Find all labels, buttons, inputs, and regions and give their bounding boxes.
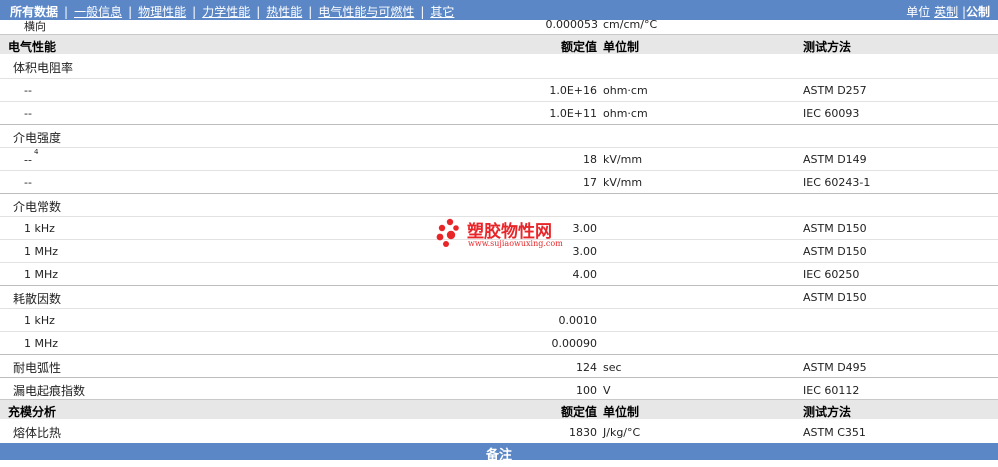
test-method: IEC 60093 bbox=[803, 107, 860, 120]
property-unit: J/kg/°C bbox=[603, 426, 641, 439]
test-method: ASTM C351 bbox=[803, 426, 866, 439]
watermark-url: www.sujiaowuxing.com bbox=[468, 239, 563, 248]
table-row: 1 MHz 0.00090 bbox=[0, 331, 998, 354]
test-method: IEC 60250 bbox=[803, 268, 860, 281]
tab-thermal[interactable]: 热性能 bbox=[266, 5, 302, 19]
table-row-melt-specific-heat: 熔体比热 1830 J/kg/°C ASTM C351 bbox=[0, 420, 998, 443]
section-header-filling-analysis: 充模分析 额定值 单位制 测试方法 bbox=[0, 399, 998, 419]
column-header-value: 额定值 bbox=[560, 40, 597, 54]
nav-divider: | bbox=[308, 5, 313, 19]
test-method: IEC 60112 bbox=[803, 384, 860, 397]
tab-mechanical[interactable]: 力学性能 bbox=[202, 5, 250, 19]
nav-divider: | bbox=[64, 5, 69, 19]
condition-text: -- bbox=[24, 153, 32, 167]
test-method: ASTM D257 bbox=[803, 84, 867, 97]
test-method: ASTM D150 bbox=[803, 291, 867, 304]
table-row-arc-resistance: 耐电弧性 124 sec ASTM D495 bbox=[0, 354, 998, 377]
property-unit: ohm·cm bbox=[603, 107, 648, 120]
property-unit: kV/mm bbox=[603, 153, 643, 166]
property-unit: ohm·cm bbox=[603, 84, 648, 97]
property-name: 横向 bbox=[24, 20, 46, 33]
test-method: ASTM D150 bbox=[803, 245, 867, 258]
nav-divider: | bbox=[420, 5, 425, 19]
property-group-dissipation-factor: 耗散因数 ASTM D150 bbox=[0, 285, 998, 308]
test-method: IEC 60243-1 bbox=[803, 176, 871, 189]
property-name: 耐电弧性 bbox=[13, 361, 62, 375]
property-value: 1830 bbox=[569, 426, 597, 439]
notes-title: 备注 bbox=[485, 448, 512, 463]
table-row: 1 kHz 0.0010 bbox=[0, 308, 998, 331]
table-row: 横向 0.000053 cm/cm/°C bbox=[0, 18, 998, 34]
notes-section-header: 备注 bbox=[0, 443, 998, 463]
property-value: 17 bbox=[583, 176, 597, 189]
condition-label: 1 kHz bbox=[24, 314, 55, 327]
table-row: 1 MHz 4.00 IEC 60250 bbox=[0, 262, 998, 285]
property-value: 100 bbox=[576, 384, 597, 397]
logo-dots-icon bbox=[436, 218, 459, 247]
site-watermark-logo: 塑胶物性网 www.sujiaowuxing.com bbox=[436, 216, 596, 252]
tab-other[interactable]: 其它 bbox=[430, 5, 454, 19]
property-value: 1.0E+11 bbox=[549, 107, 597, 120]
group-name: 体积电阻率 bbox=[13, 61, 74, 75]
property-group-dielectric-constant: 介电常数 bbox=[0, 193, 998, 216]
tab-all-data[interactable]: 所有数据 bbox=[10, 5, 58, 19]
property-group-volume-resistivity: 体积电阻率 bbox=[0, 55, 998, 78]
section-header-electrical: 电气性能 额定值 单位制 测试方法 bbox=[0, 34, 998, 54]
table-row: -- 1.0E+16 ohm·cm ASTM D257 bbox=[0, 78, 998, 101]
group-name: 介电强度 bbox=[13, 131, 62, 145]
property-name: 熔体比热 bbox=[13, 426, 62, 440]
unit-imperial-link[interactable]: 英制 bbox=[934, 5, 958, 19]
tab-physical[interactable]: 物理性能 bbox=[138, 5, 186, 19]
test-method: ASTM D150 bbox=[803, 222, 867, 235]
column-header-value: 额定值 bbox=[560, 405, 597, 419]
condition-label: 1 kHz bbox=[24, 222, 55, 235]
property-value: 18 bbox=[583, 153, 597, 166]
property-group-dielectric-strength: 介电强度 bbox=[0, 124, 998, 147]
nav-divider: | bbox=[256, 5, 261, 19]
table-row: -- 17 kV/mm IEC 60243-1 bbox=[0, 170, 998, 193]
condition-label: -- bbox=[24, 176, 32, 189]
table-row: -- 1.0E+11 ohm·cm IEC 60093 bbox=[0, 101, 998, 124]
unit-label: 单位 bbox=[906, 5, 931, 19]
group-name: 介电常数 bbox=[13, 200, 62, 214]
top-nav-bar: 所有数据 | 一般信息 | 物理性能 | 力学性能 | 热性能 | 电气性能与可燃性 | 其它 单位 英… bbox=[0, 0, 998, 20]
group-name: 耗散因数 bbox=[13, 292, 62, 306]
test-method: ASTM D495 bbox=[803, 361, 867, 374]
condition-label: -- bbox=[24, 107, 32, 120]
table-row-tracking-index: 漏电起痕指数 100 V IEC 60112 bbox=[0, 377, 998, 400]
section-title: 电气性能 bbox=[8, 40, 57, 54]
tab-general-info[interactable]: 一般信息 bbox=[74, 5, 122, 19]
property-value: 0.00090 bbox=[551, 337, 598, 350]
property-value: 0.000053 bbox=[545, 18, 599, 31]
property-value: 0.0010 bbox=[558, 314, 598, 327]
property-name: 漏电起痕指数 bbox=[13, 384, 86, 398]
column-header-test-method: 测试方法 bbox=[803, 40, 852, 54]
column-header-test-method: 测试方法 bbox=[803, 405, 852, 419]
unit-metric-current: 公制 bbox=[965, 5, 990, 19]
column-header-unit: 单位制 bbox=[603, 40, 640, 54]
property-unit: cm/cm/°C bbox=[603, 18, 658, 31]
property-unit: V bbox=[603, 384, 611, 397]
section-title: 充模分析 bbox=[8, 405, 57, 419]
property-value: 1.0E+16 bbox=[549, 84, 597, 97]
footnote-marker[interactable]: 4 bbox=[34, 148, 38, 156]
nav-divider: | bbox=[192, 5, 197, 19]
property-value: 4.00 bbox=[572, 268, 598, 281]
condition-label: 1 MHz bbox=[24, 337, 59, 350]
test-method: ASTM D149 bbox=[803, 153, 867, 166]
property-value: 124 bbox=[576, 361, 597, 374]
nav-divider: | bbox=[128, 5, 133, 19]
property-unit: kV/mm bbox=[603, 176, 643, 189]
condition-label: -- bbox=[24, 84, 32, 97]
condition-label: 1 MHz bbox=[24, 245, 59, 258]
condition-label: 1 MHz bbox=[24, 268, 59, 281]
table-row: --4 18 kV/mm ASTM D149 bbox=[0, 147, 998, 170]
column-header-unit: 单位制 bbox=[603, 405, 640, 419]
condition-label: --4 bbox=[24, 148, 38, 167]
property-unit: sec bbox=[603, 361, 622, 374]
tab-electrical-flammability[interactable]: 电气性能与可燃性 bbox=[318, 5, 414, 19]
